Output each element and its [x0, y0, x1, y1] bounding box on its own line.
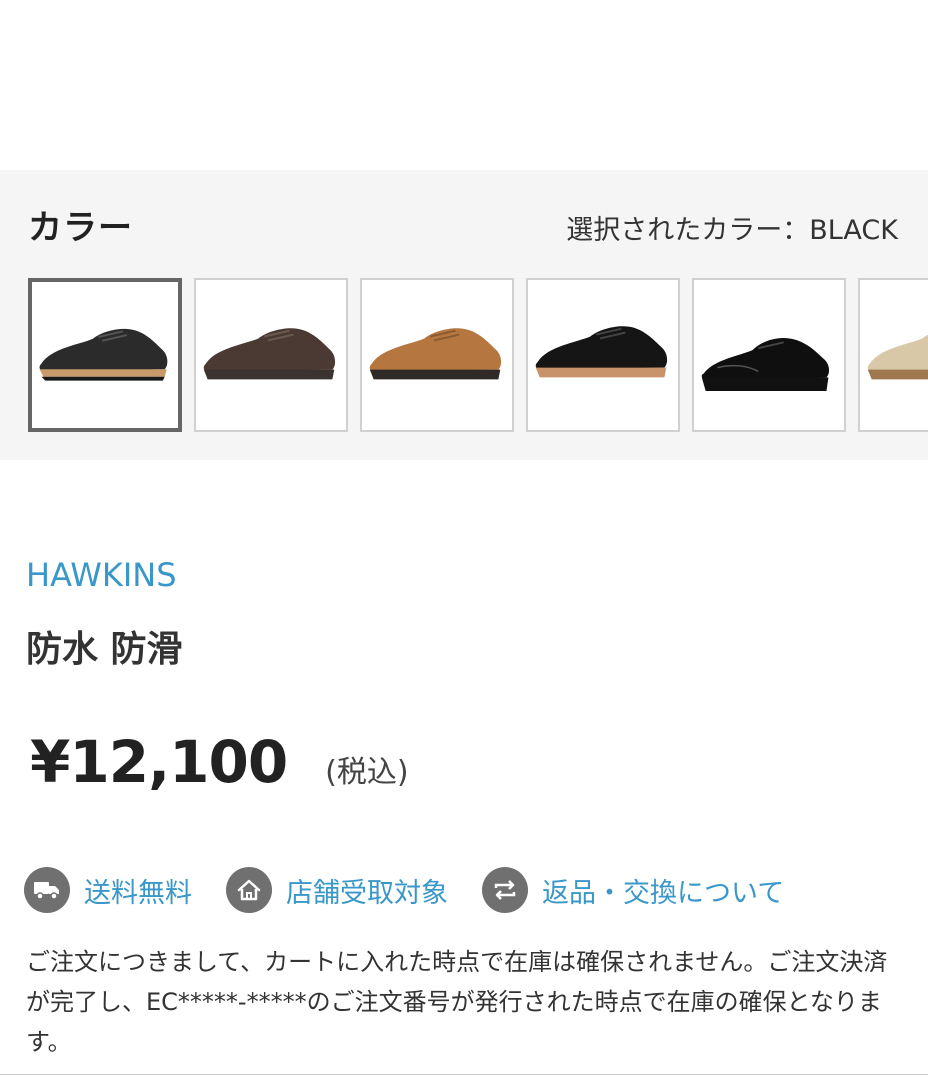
shoe-image-black-suede: [535, 326, 668, 378]
shoe-image-black: [39, 328, 168, 381]
shoe-image-dark-brown: [203, 328, 336, 380]
returns-exchange-label: 返品・交換について: [542, 877, 785, 909]
store-pickup-label: 店舗受取対象: [286, 877, 448, 909]
free-shipping-label: 送料無料: [84, 877, 192, 909]
tax-included-note: (税込): [325, 755, 409, 790]
stock-notice-text: ご注文につきまして、カートに入れた時点で在庫は確保されません。ご注文決済が完了し…: [26, 948, 888, 1056]
store-home-icon: [226, 867, 272, 913]
free-shipping-link[interactable]: 送料無料: [24, 867, 192, 913]
exchange-arrows-icon: [482, 867, 528, 913]
shoe-image-black-leather: [701, 337, 830, 392]
selected-color-label: 選択されたカラー：BLACK: [566, 215, 898, 246]
color-swatch-list: [28, 278, 928, 432]
divider: [0, 1074, 928, 1075]
color-swatch-black-leather[interactable]: [692, 278, 846, 432]
shoe-image-camel: [369, 328, 502, 380]
color-swatch-beige[interactable]: [858, 278, 928, 432]
color-swatch-camel[interactable]: [360, 278, 514, 432]
color-swatch-dark-brown[interactable]: [194, 278, 348, 432]
store-pickup-link[interactable]: 店舗受取対象: [226, 867, 448, 913]
brand-link[interactable]: HAWKINS: [26, 556, 177, 594]
product-name: 防水 防滑: [26, 629, 183, 670]
price-row: ¥12,100 (税込): [30, 728, 409, 796]
product-price: ¥12,100: [30, 728, 288, 796]
shoe-image-beige: [867, 334, 928, 380]
top-blank-area: [0, 0, 928, 170]
color-swatch-black[interactable]: [28, 278, 182, 432]
feature-links: 送料無料 店舗受取対象 返品・交換について: [24, 866, 818, 914]
returns-exchange-link[interactable]: 返品・交換について: [482, 867, 784, 913]
color-swatch-black-suede[interactable]: [526, 278, 680, 432]
color-selector-section: カラー 選択されたカラー：BLACK: [0, 170, 928, 460]
truck-icon: [24, 867, 70, 913]
color-heading: カラー: [28, 208, 133, 248]
